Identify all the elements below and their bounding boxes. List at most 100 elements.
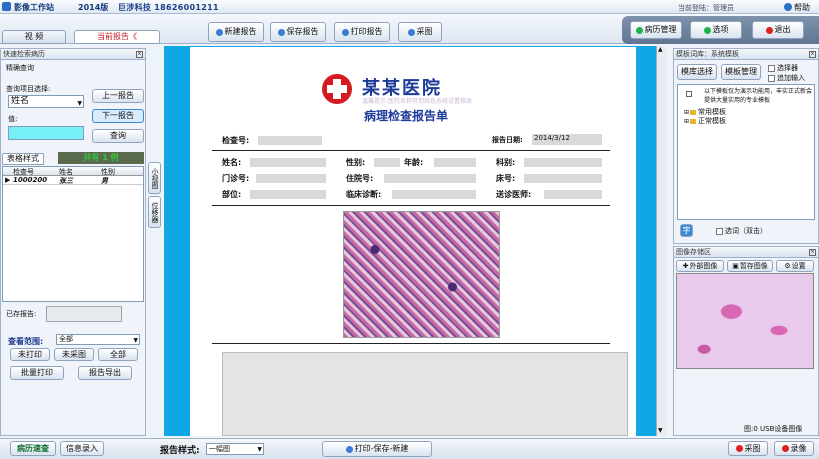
print-report-button[interactable]: 打印报告 <box>334 22 390 42</box>
part-field[interactable] <box>250 190 326 199</box>
app-title: 影像工作站 <box>14 3 54 12</box>
new-report-button[interactable]: 新建报告 <box>208 22 264 42</box>
dept-label: 科别: <box>496 158 516 167</box>
save-report-button[interactable]: 保存报告 <box>270 22 326 42</box>
age-label: 年龄: <box>404 158 424 167</box>
options-icon <box>703 26 711 34</box>
divider <box>212 343 610 344</box>
saved-report-label: 已存报告: <box>6 310 37 318</box>
template-note: 以下模板仅为演示功能用，丰实正式新会提供大量实用的专业模板 <box>704 88 813 104</box>
tab-small-view[interactable]: 小视图 <box>148 162 161 194</box>
app-logo-icon <box>2 2 11 11</box>
tab-video[interactable]: 视 频 <box>2 30 66 44</box>
info-entry-button[interactable]: 信息录入 <box>60 441 104 456</box>
cell-exam-no: 1000200 <box>13 176 48 184</box>
selector-checkbox[interactable]: 选择器 <box>768 63 798 73</box>
tab-current-report[interactable]: 当前报告《 <box>74 30 160 44</box>
row-marker-icon: ▶ <box>5 176 11 184</box>
thumbnail-image[interactable] <box>676 273 814 369</box>
folder-icon <box>690 109 697 115</box>
capture-button[interactable]: 采图 <box>398 22 442 42</box>
quick-record-button[interactable]: 病历速查 <box>10 441 56 456</box>
print-save-new-button[interactable]: 打印-保存-新建 <box>322 441 432 457</box>
scroll-down-icon[interactable]: ▼ <box>658 427 663 434</box>
view-range-label: 查看范围: <box>8 337 44 346</box>
temp-image-button[interactable]: ▣ 暂存图像 <box>727 260 773 272</box>
temp-icon: ▣ <box>732 261 739 270</box>
chevron-down-icon: ▼ <box>257 446 262 453</box>
help-link[interactable]: 帮助 <box>794 2 810 13</box>
report-scrollbar[interactable]: ▲ ▼ <box>656 46 666 436</box>
uncaptured-button[interactable]: 未采图 <box>54 348 94 361</box>
report-text-area[interactable] <box>222 352 628 436</box>
expand-icon[interactable]: ⊞ <box>684 118 689 125</box>
field-label: 查询项目选择: <box>6 85 51 93</box>
report-date-label: 报告日期: <box>492 136 523 144</box>
help-icon[interactable] <box>784 3 792 11</box>
doctor-field[interactable] <box>544 190 602 199</box>
name-label: 姓名: <box>222 158 242 167</box>
close-icon[interactable]: × <box>136 51 143 58</box>
checkbox-icon <box>768 74 775 82</box>
image-status: 图:0 USB设备图像 <box>744 425 803 433</box>
char-button[interactable]: 字 <box>680 224 693 237</box>
print-save-icon <box>345 445 353 453</box>
doctor-label: 送诊医师: <box>496 190 532 199</box>
query-button[interactable]: 查询 <box>92 129 144 143</box>
close-icon[interactable]: × <box>809 249 816 256</box>
image-settings-button[interactable]: ⚙ 设置 <box>776 260 814 272</box>
report-style-select[interactable]: 一幅图 ▼ <box>206 443 264 455</box>
hospital-subtitle: 温馨提示:医院名称可到纯色系统设置修改 <box>362 98 473 105</box>
company-info: 巨涉科技 18626001211 <box>118 3 219 12</box>
view-range-select[interactable]: 全部 ▼ <box>56 334 140 345</box>
history-management-button[interactable]: 病历管理 <box>630 21 682 39</box>
next-report-button[interactable]: 下一报告 <box>92 109 144 123</box>
tab-shifter[interactable]: 位移器 <box>148 196 161 228</box>
pathology-image[interactable] <box>343 211 500 338</box>
append-checkbox[interactable]: 追加输入 <box>768 73 805 83</box>
name-field[interactable] <box>250 158 326 167</box>
field-select[interactable]: 姓名 ▼ <box>8 95 84 108</box>
external-image-button[interactable]: ✚ 外部图像 <box>676 260 724 272</box>
report-date-value: 2014/3/12 <box>534 134 570 142</box>
diagnosis-label: 临床诊断: <box>346 190 382 199</box>
title-bar: 影像工作站 2014版 巨涉科技 18626001211 当前登陆：管理员 帮助 <box>0 0 819 14</box>
clinic-no-field[interactable] <box>256 174 326 183</box>
template-manage-button[interactable]: 模板管理 <box>721 64 761 80</box>
sex-label: 性别: <box>346 158 366 167</box>
close-icon[interactable]: × <box>809 51 816 58</box>
expand-icon[interactable]: ⊞ <box>684 109 689 116</box>
divider <box>212 205 610 206</box>
new-icon <box>215 28 223 36</box>
bed-no-field[interactable] <box>524 174 602 183</box>
template-select-button[interactable]: 模库选择 <box>677 64 717 80</box>
tab-table-style[interactable]: 表格样式 <box>2 153 44 165</box>
double-click-select-checkbox[interactable]: 选词（双击） <box>716 226 767 236</box>
diagnosis-field[interactable] <box>392 190 476 199</box>
exam-no-field[interactable] <box>258 136 322 145</box>
capture-icon <box>735 445 743 452</box>
chevron-down-icon: ▼ <box>133 337 138 344</box>
gear-icon: ⚙ <box>784 261 791 270</box>
batch-print-button[interactable]: 批量打印 <box>10 366 64 380</box>
folder-icon <box>690 118 697 124</box>
value-input[interactable] <box>8 126 84 140</box>
tree-item-normal[interactable]: ⊞ 正常模板 <box>684 116 726 126</box>
capture-bottom-button[interactable]: 采图 <box>728 441 768 456</box>
exit-button[interactable]: 退出 <box>752 21 804 39</box>
all-button[interactable]: 全部 <box>98 348 138 361</box>
sex-field[interactable] <box>374 158 400 167</box>
panel-title: 模板词库：系统模板 <box>674 49 818 60</box>
export-report-button[interactable]: 报告导出 <box>78 366 132 380</box>
age-field[interactable] <box>434 158 476 167</box>
inpatient-no-label: 住院号: <box>346 174 374 183</box>
prev-report-button[interactable]: 上一报告 <box>92 89 144 103</box>
inpatient-no-field[interactable] <box>384 174 476 183</box>
scroll-up-icon[interactable]: ▲ <box>658 46 663 53</box>
options-button[interactable]: 选项 <box>690 21 742 39</box>
unprinted-button[interactable]: 未打印 <box>10 348 50 361</box>
tree-checkbox-icon[interactable] <box>686 91 692 97</box>
record-video-button[interactable]: 录像 <box>774 441 814 456</box>
hospital-logo-icon <box>322 74 352 104</box>
dept-field[interactable] <box>524 158 602 167</box>
